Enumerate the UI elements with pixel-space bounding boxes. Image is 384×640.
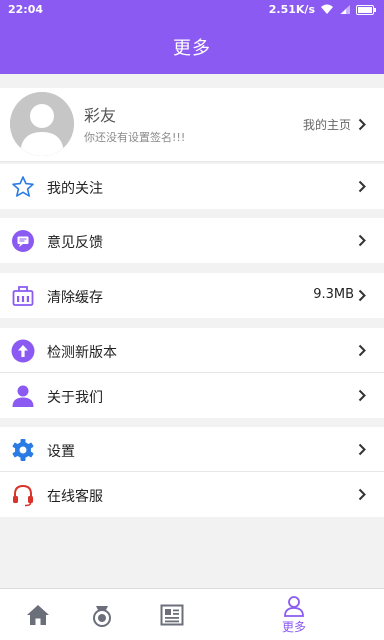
online-service-label: 在线客服 [47, 489, 103, 505]
person-icon [10, 383, 36, 409]
home-page-link[interactable]: 我的主页 [303, 116, 366, 133]
home-icon [27, 605, 49, 625]
chevron-right-icon [358, 289, 366, 302]
menu-item-clear-cache[interactable]: 清除缓存 9.3MB [0, 273, 384, 318]
page-title: 更多 [173, 38, 211, 59]
chevron-right-icon [358, 443, 366, 456]
bottom-tab-bar: 更多 [0, 588, 384, 640]
clear-cache-label: 清除缓存 [47, 290, 103, 306]
chevron-right-icon [358, 344, 366, 357]
status-time: 22:04 [8, 3, 44, 16]
tab-more[interactable]: 更多 [256, 589, 332, 640]
chevron-right-icon [358, 118, 366, 131]
status-right: 2.51K/s [269, 3, 376, 16]
star-icon [10, 174, 36, 200]
menu-item-feedback[interactable]: 意见反馈 [0, 218, 384, 263]
default-avatar-icon [10, 92, 74, 156]
chevron-right-icon [358, 389, 366, 402]
home-page-label: 我的主页 [302, 118, 351, 132]
lottery-icon [93, 606, 111, 627]
menu-item-about[interactable]: 关于我们 [0, 373, 384, 418]
profile-signature: 你还没有设置签名!!! [84, 131, 186, 144]
profile-name: 彩友 [84, 106, 117, 125]
follow-label: 我的关注 [47, 181, 103, 197]
status-bar: 22:04 2.51K/s [0, 0, 384, 20]
menu-item-online-service[interactable]: 在线客服 [0, 472, 384, 517]
battery-icon [356, 4, 376, 15]
tab-draw[interactable] [64, 589, 140, 640]
tab-more-label: 更多 [281, 620, 306, 634]
menu-item-settings[interactable]: 设置 [0, 427, 384, 472]
network-speed: 2.51K/s [268, 3, 315, 16]
menu-item-follow[interactable]: 我的关注 [0, 164, 384, 209]
upload-icon [10, 338, 36, 364]
chevron-right-icon [358, 180, 366, 193]
about-label: 关于我们 [47, 390, 103, 406]
message-icon [10, 228, 36, 254]
tab-news[interactable] [134, 589, 210, 640]
signal-icon [340, 5, 350, 14]
profile-card[interactable]: 彩友 你还没有设置签名!!! 我的主页 [0, 88, 384, 162]
chevron-right-icon [358, 234, 366, 247]
cache-size: 9.3MB [313, 287, 354, 302]
gear-icon [10, 437, 36, 463]
chevron-right-icon [358, 488, 366, 501]
avatar[interactable] [10, 92, 74, 156]
user-icon [284, 596, 304, 617]
settings-label: 设置 [47, 444, 75, 460]
feedback-label: 意见反馈 [47, 235, 103, 251]
cache-icon [10, 283, 36, 309]
news-icon [160, 604, 184, 626]
app-header: 更多 [0, 20, 384, 74]
menu-item-check-update[interactable]: 检测新版本 [0, 328, 384, 373]
wifi-icon [321, 4, 333, 14]
headset-icon [10, 482, 36, 508]
check-update-label: 检测新版本 [47, 345, 117, 361]
